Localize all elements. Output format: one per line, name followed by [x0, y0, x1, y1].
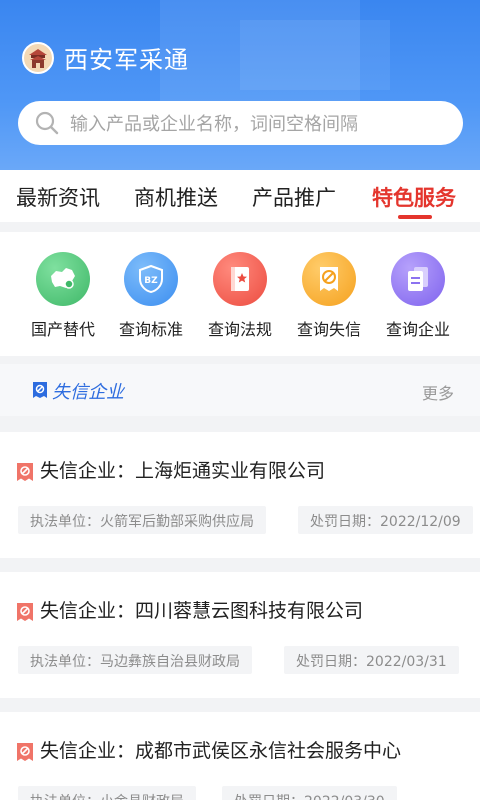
penalty-date-chip: 处罚日期：2022/03/31: [284, 646, 459, 674]
penalty-date-chip: 处罚日期：2022/12/09: [298, 506, 473, 534]
more-link[interactable]: 更多: [422, 380, 454, 404]
svg-text:BZ: BZ: [144, 276, 158, 286]
quick-action-label: 查询法规: [207, 320, 272, 339]
penalty-date-chip: 处罚日期：2022/03/30: [222, 786, 397, 800]
quick-action-label: 查询企业: [385, 320, 450, 339]
enforcement-unit-chip: 执法单位：火箭军后勤部采购供应局: [18, 506, 266, 534]
record-title: 失信企业：四川蓉慧云图科技有限公司: [40, 600, 364, 622]
dishonest-tag-icon: [17, 463, 33, 481]
tower-logo-icon: [22, 41, 54, 74]
app-title: 西安军采通: [64, 46, 189, 74]
record-title: 失信企业：上海炬通实业有限公司: [40, 460, 326, 482]
bz-shield-icon: BZ: [124, 252, 178, 306]
quick-actions-panel: 国产替代 BZ 查询标准 查询法规 查询失信 查询企业: [0, 232, 480, 356]
law-book-icon: [213, 252, 267, 306]
quick-action-query-dishonest[interactable]: 查询失信: [285, 252, 373, 340]
search-icon: [35, 111, 59, 135]
quick-action-domestic-substitution[interactable]: 国产替代: [19, 252, 107, 340]
quick-action-label: 查询标准: [118, 320, 183, 339]
enforcement-unit-chip: 执法单位：马边彝族自治县财政局: [18, 646, 252, 674]
brand: 西安军采通: [22, 40, 189, 75]
dishonest-tag-icon: [17, 603, 33, 621]
enforcement-unit-chip: 执法单位：小金县财政局: [18, 786, 196, 800]
section-header: 失信企业 更多: [0, 364, 480, 416]
tab-product-promotion[interactable]: 产品推广: [252, 182, 336, 212]
quick-action-label: 查询失信: [296, 320, 361, 339]
quick-action-query-regulations[interactable]: 查询法规: [196, 252, 284, 340]
active-tab-indicator: [398, 215, 432, 219]
dishonest-badge-icon: [33, 382, 47, 398]
tab-latest-news[interactable]: 最新资讯: [16, 182, 100, 212]
dishonest-tag-icon: [17, 743, 33, 761]
list-item[interactable]: 失信企业：成都市武侯区永信社会服务中心 执法单位：小金县财政局 处罚日期：202…: [0, 712, 480, 800]
documents-icon: [391, 252, 445, 306]
record-title: 失信企业：成都市武侯区永信社会服务中心: [40, 740, 402, 762]
china-map-icon: [36, 252, 90, 306]
section-title: 失信企业: [52, 382, 124, 403]
quick-action-query-standards[interactable]: BZ 查询标准: [107, 252, 195, 340]
app-header: 西安军采通 输入产品或企业名称，词间空格间隔: [0, 0, 480, 170]
header-background-decoration-2: [240, 20, 390, 90]
quick-action-label: 国产替代: [30, 320, 95, 339]
list-item[interactable]: 失信企业：上海炬通实业有限公司 执法单位：火箭军后勤部采购供应局 处罚日期：20…: [0, 432, 480, 558]
category-tabs: 最新资讯 商机推送 产品推广 特色服务: [0, 170, 480, 222]
tab-featured-services[interactable]: 特色服务: [372, 182, 456, 212]
tab-business-push[interactable]: 商机推送: [134, 182, 218, 212]
forbidden-ticket-icon: [302, 252, 356, 306]
quick-action-query-enterprise[interactable]: 查询企业: [374, 252, 462, 340]
list-item[interactable]: 失信企业：四川蓉慧云图科技有限公司 执法单位：马边彝族自治县财政局 处罚日期：2…: [0, 572, 480, 698]
search-bar[interactable]: 输入产品或企业名称，词间空格间隔: [18, 101, 463, 145]
search-placeholder: 输入产品或企业名称，词间空格间隔: [70, 114, 358, 135]
